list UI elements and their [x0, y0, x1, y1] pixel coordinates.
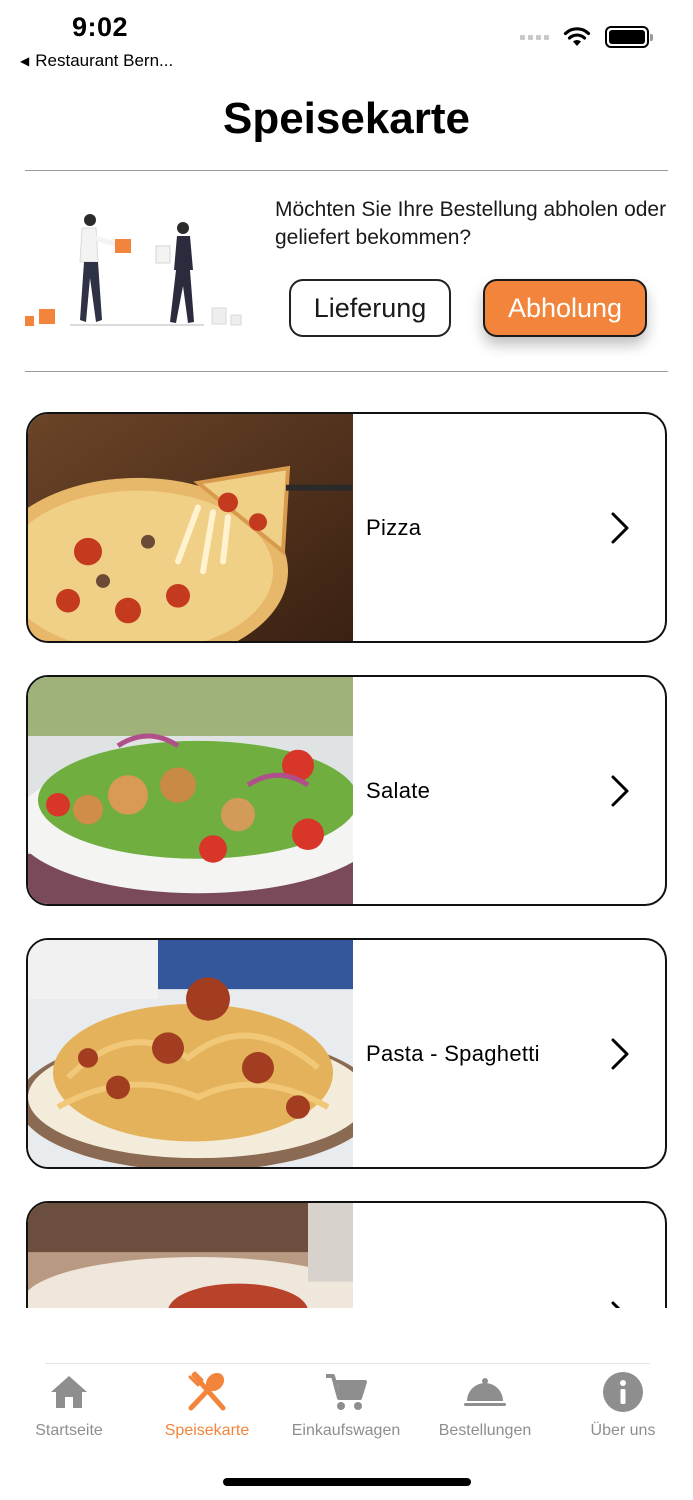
tab-startseite[interactable]: Startseite: [0, 1368, 138, 1440]
pizza-photo: [28, 414, 353, 641]
tab-bestellungen[interactable]: Bestellungen: [416, 1368, 554, 1440]
tab-label: Bestellungen: [438, 1422, 532, 1439]
wifi-icon: [563, 27, 591, 46]
tab-label: Einkaufswagen: [291, 1422, 401, 1439]
tab-einkaufswagen[interactable]: Einkaufswagen: [277, 1368, 415, 1440]
menu-category-label: Pizza: [366, 514, 422, 540]
menu-category-pasta[interactable]: Pasta -: [26, 1201, 667, 1308]
menu-category-label: Salate: [366, 777, 431, 803]
tab-speisekarte[interactable]: Speisekarte: [138, 1368, 276, 1440]
delivery-button[interactable]: Lieferung: [289, 279, 451, 337]
menu-category-pizza[interactable]: Pizza: [26, 412, 667, 643]
cellular-signal-icon: [520, 34, 549, 40]
status-indicators: [520, 26, 653, 48]
cloche-icon: [464, 1378, 506, 1406]
menu-category-label: Pasta -: [366, 1203, 566, 1309]
tab-bar-divider: [45, 1363, 650, 1364]
order-mode-question: Möchten Sie Ihre Bestellung abholen oder…: [275, 198, 667, 249]
tab-label: Über uns: [590, 1422, 656, 1439]
back-triangle-icon: ◀: [20, 54, 30, 68]
pasta-photo: [28, 1203, 353, 1308]
chevron-right-icon: [611, 1038, 629, 1069]
salad-photo: [28, 677, 353, 904]
menu-category-label: Pasta - Spaghetti: [366, 1040, 540, 1066]
menu-category-salads[interactable]: Salate: [26, 675, 667, 906]
tab-ueber-uns[interactable]: Über uns: [554, 1368, 692, 1440]
home-icon: [51, 1376, 87, 1408]
info-icon: [603, 1372, 643, 1412]
tab-label: Speisekarte: [164, 1422, 250, 1439]
menu-category-list[interactable]: Pizza Salate Pasta - Spaghetti: [0, 372, 693, 1308]
back-app-label: Restaurant Bern...: [35, 51, 174, 70]
delivery-handover-illustration: [25, 214, 242, 326]
spaghetti-photo: [28, 940, 353, 1167]
chevron-right-icon: [611, 1301, 621, 1308]
fork-knife-icon: [188, 1371, 226, 1411]
chevron-right-icon: [611, 775, 629, 806]
menu-category-pasta-spaghetti[interactable]: Pasta - Spaghetti: [26, 938, 667, 1169]
page-title: Speisekarte: [222, 94, 471, 143]
cart-icon: [326, 1374, 367, 1410]
status-time: 9:02: [72, 12, 129, 42]
chevron-right-icon: [611, 512, 629, 543]
battery-icon: [605, 26, 653, 48]
home-indicator[interactable]: [223, 1478, 471, 1486]
tab-label: Startseite: [35, 1422, 103, 1439]
back-to-app-link[interactable]: ◀ Restaurant Bern...: [20, 51, 173, 71]
divider-top: [25, 170, 668, 171]
pickup-button[interactable]: Abholung: [483, 279, 647, 337]
